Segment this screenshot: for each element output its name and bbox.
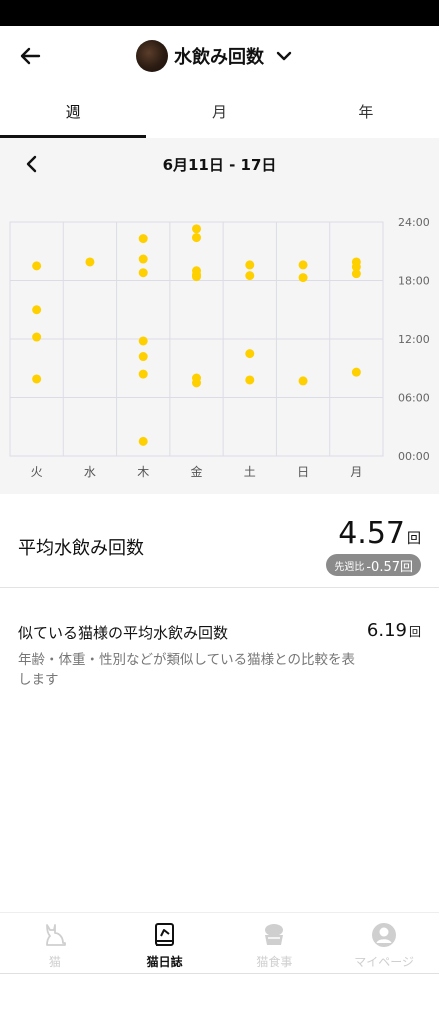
x-tick-label: 土 xyxy=(244,465,256,479)
data-point xyxy=(138,268,148,278)
average-label: 平均水飲み回数 xyxy=(18,538,144,559)
x-tick-label: 日 xyxy=(297,465,309,479)
diary-icon xyxy=(151,921,179,949)
avatar xyxy=(136,40,168,72)
data-point xyxy=(192,224,201,234)
average-unit: 回 xyxy=(407,531,421,547)
nav-item-cat[interactable]: 猫 xyxy=(0,913,110,973)
similar-label: 似ている猫様の平均水飲み回数 xyxy=(18,624,229,642)
y-tick-label: 00:00 xyxy=(398,450,430,463)
week-navigator: 6月11日 - 17日 xyxy=(0,138,439,190)
similar-unit: 回 xyxy=(408,625,421,639)
data-point xyxy=(192,272,201,282)
app-header: 水飲み回数 xyxy=(0,26,439,86)
nav-item-food[interactable]: 猫食事 xyxy=(220,913,330,973)
tab-month[interactable]: 月 xyxy=(146,90,292,138)
data-point xyxy=(298,260,308,270)
data-point xyxy=(245,349,255,359)
page-title: 水飲み回数 xyxy=(174,47,264,68)
average-section: 平均水飲み回数 4.57 回 先週比 -0.57回 xyxy=(0,494,439,588)
pet-selector[interactable]: 水飲み回数 xyxy=(136,40,294,72)
similar-value: 6.19 xyxy=(366,620,407,641)
x-tick-label: 火 xyxy=(31,465,43,479)
y-tick-label: 06:00 xyxy=(398,392,430,405)
data-point xyxy=(138,352,148,362)
data-point xyxy=(32,332,42,342)
x-tick-label: 金 xyxy=(190,464,202,479)
similar-cats-section: 似ている猫様の平均水飲み回数 6.19 回 年齢・体重・性別などが類似している猫… xyxy=(0,604,439,704)
data-point xyxy=(245,271,255,281)
data-point xyxy=(351,269,361,279)
period-tabs: 週 月 年 xyxy=(0,90,439,138)
y-tick-label: 18:00 xyxy=(398,275,430,288)
tab-year[interactable]: 年 xyxy=(293,90,439,138)
arrow-left-icon xyxy=(20,47,41,65)
cat-icon xyxy=(41,921,69,949)
nav-label-food: 猫食事 xyxy=(256,955,293,969)
x-tick-label: 月 xyxy=(350,465,362,479)
week-range-label: 6月11日 - 17日 xyxy=(162,156,277,174)
nav-item-mypage[interactable]: マイページ xyxy=(329,913,439,973)
weekly-diff-badge: 先週比 -0.57回 xyxy=(326,554,421,576)
data-point xyxy=(192,378,201,388)
data-point xyxy=(138,369,148,379)
y-tick-label: 12:00 xyxy=(398,333,430,346)
diff-prefix: 先週比 xyxy=(334,561,365,573)
data-point xyxy=(138,254,148,264)
similar-value-group: 6.19 回 xyxy=(367,620,421,641)
data-point xyxy=(298,273,308,283)
data-point xyxy=(138,436,148,446)
drink-times-chart: 24:00 18:00 12:00 06:00 00:00 火 水 木 金 土 日 月 xyxy=(9,216,430,479)
data-point xyxy=(32,305,42,315)
nav-label-diary: 猫日誌 xyxy=(146,955,183,969)
user-icon xyxy=(370,921,398,949)
data-point xyxy=(85,257,95,267)
data-point xyxy=(298,376,308,386)
similar-description: 年齢・体重・性別などが類似している猫様との比較を表します xyxy=(18,652,355,688)
average-value: 4.57 xyxy=(338,516,405,551)
data-point xyxy=(351,367,361,377)
food-bowl-icon xyxy=(260,921,288,949)
data-point xyxy=(32,374,42,384)
x-tick-label: 水 xyxy=(84,465,96,479)
bottom-nav: 猫 猫日誌 猫食事 マイページ xyxy=(0,912,439,974)
chart-panel: 6月11日 - 17日 24:00 18:00 12:00 06:00 00:00 火 水 木… xyxy=(0,138,439,494)
diff-value: -0.57回 xyxy=(366,559,413,575)
back-button[interactable] xyxy=(14,40,46,72)
data-point xyxy=(245,375,255,385)
chevron-down-icon xyxy=(276,51,292,61)
data-point xyxy=(245,260,255,270)
data-point xyxy=(32,261,42,271)
x-tick-label: 木 xyxy=(137,465,149,479)
nav-label-mypage: マイページ xyxy=(354,955,414,969)
nav-label-cat: 猫 xyxy=(48,955,61,969)
data-point xyxy=(192,233,201,243)
status-bar xyxy=(0,0,439,26)
tab-week[interactable]: 週 xyxy=(0,90,147,138)
data-point xyxy=(138,234,148,244)
y-tick-label: 24:00 xyxy=(398,216,430,229)
data-point xyxy=(138,336,148,346)
average-value-group: 4.57 回 xyxy=(338,516,421,551)
nav-item-diary[interactable]: 猫日誌 xyxy=(110,913,220,973)
